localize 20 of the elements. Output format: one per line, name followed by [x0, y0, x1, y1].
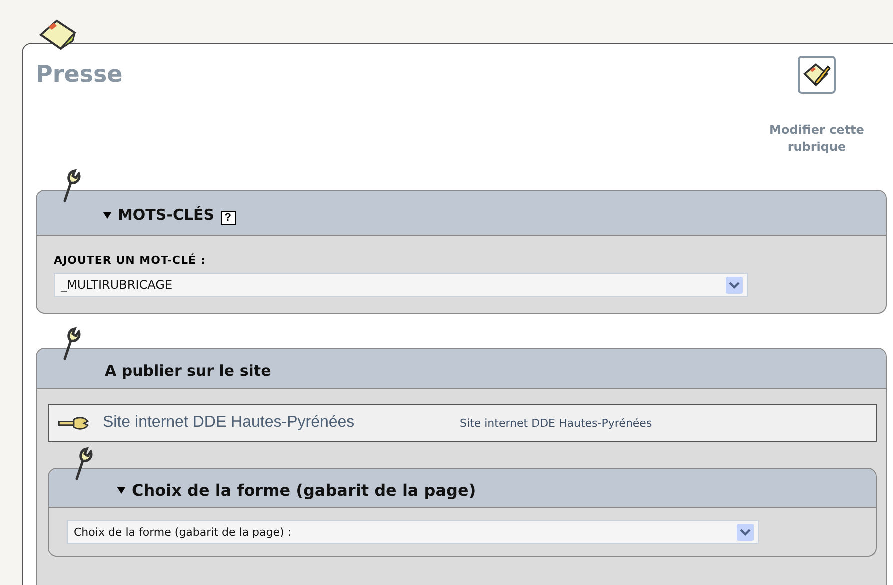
site-description: Site internet DDE Hautes-Pyrénées	[460, 416, 652, 430]
wrench-icon	[61, 169, 81, 203]
pencil-folder-icon	[803, 61, 831, 89]
edit-section-link[interactable]: Modifier cette rubrique	[747, 122, 887, 156]
wrench-icon	[61, 327, 81, 361]
caret-icon[interactable]	[117, 486, 126, 494]
folder-icon	[39, 19, 79, 53]
template-dropdown[interactable]: Choix de la forme (gabarit de la page) :	[67, 520, 759, 544]
keyword-dropdown[interactable]: _MULTIRUBRICAGE	[54, 273, 748, 297]
section-title: MOTS-CLÉS	[118, 205, 215, 224]
site-link[interactable]: Site internet DDE Hautes-Pyrénées	[103, 414, 448, 432]
section-title: Choix de la forme (gabarit de la page)	[132, 480, 476, 500]
edit-section-button[interactable]	[798, 56, 836, 94]
caret-icon[interactable]	[103, 212, 112, 218]
help-button[interactable]: ?	[220, 211, 236, 225]
wrench-icon	[73, 447, 93, 481]
page-title: Presse	[36, 62, 123, 88]
key-icon	[57, 416, 91, 430]
field-label: AJOUTER UN MOT-CLÉ :	[54, 254, 207, 267]
section-title: A publier sur le site	[105, 360, 272, 380]
